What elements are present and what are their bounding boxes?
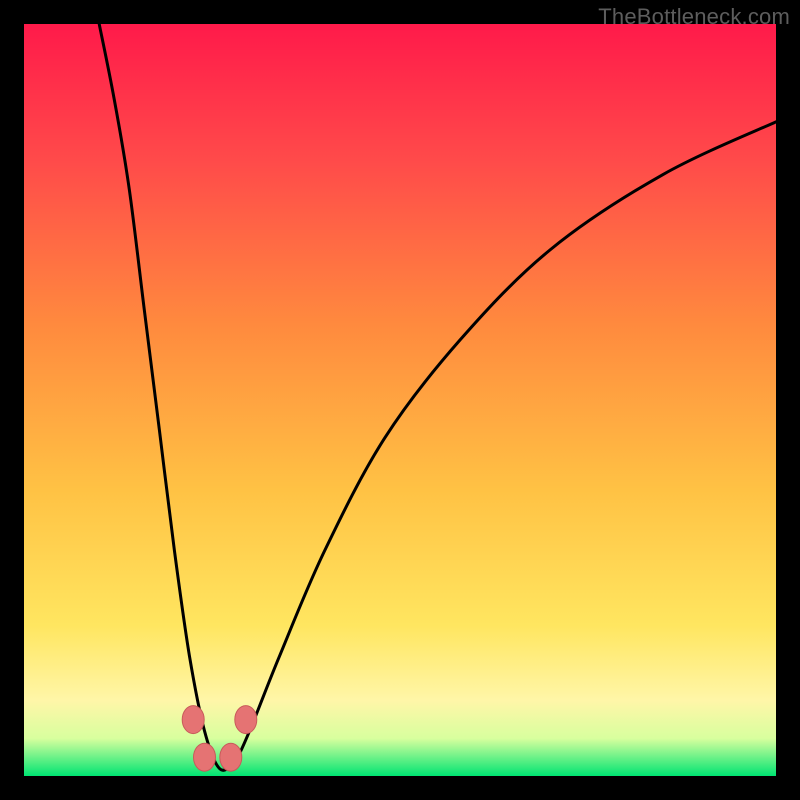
plot-area <box>24 24 776 776</box>
curve-marker <box>220 743 242 771</box>
curve-marker <box>235 706 257 734</box>
chart-svg <box>24 24 776 776</box>
gradient-background <box>24 24 776 776</box>
watermark-text: TheBottleneck.com <box>598 4 790 30</box>
curve-marker <box>182 706 204 734</box>
curve-marker <box>194 743 216 771</box>
chart-container: TheBottleneck.com <box>0 0 800 800</box>
